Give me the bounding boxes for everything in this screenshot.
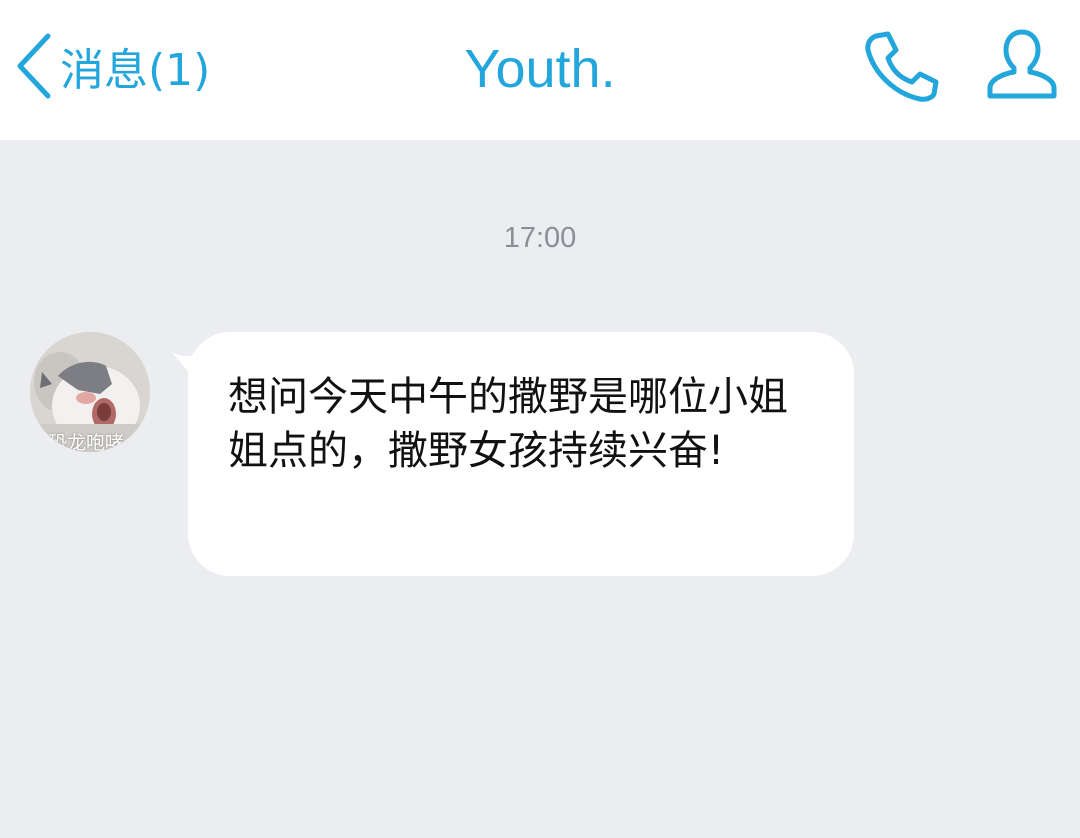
profile-button[interactable]: [984, 28, 1060, 100]
phone-icon: [865, 31, 939, 102]
back-label: 消息(1): [60, 45, 211, 96]
back-button[interactable]: 消息(1): [14, 30, 210, 102]
chevron-left-icon: [17, 33, 51, 99]
top-bar: 消息(1) Youth.: [0, 0, 1080, 140]
message-text: 想问今天中午的撒野是哪位小姐姐点的，撒野女孩持续兴奋!: [228, 374, 788, 474]
message-timestamp: 17:00: [503, 222, 577, 254]
person-icon: [987, 29, 1057, 99]
avatar[interactable]: 恐龙咆哮: [30, 332, 150, 452]
message-bubble[interactable]: 想问今天中午的撒野是哪位小姐姐点的，撒野女孩持续兴奋!: [188, 332, 854, 576]
call-button[interactable]: [862, 28, 942, 104]
avatar-caption: 恐龙咆哮: [48, 432, 125, 452]
